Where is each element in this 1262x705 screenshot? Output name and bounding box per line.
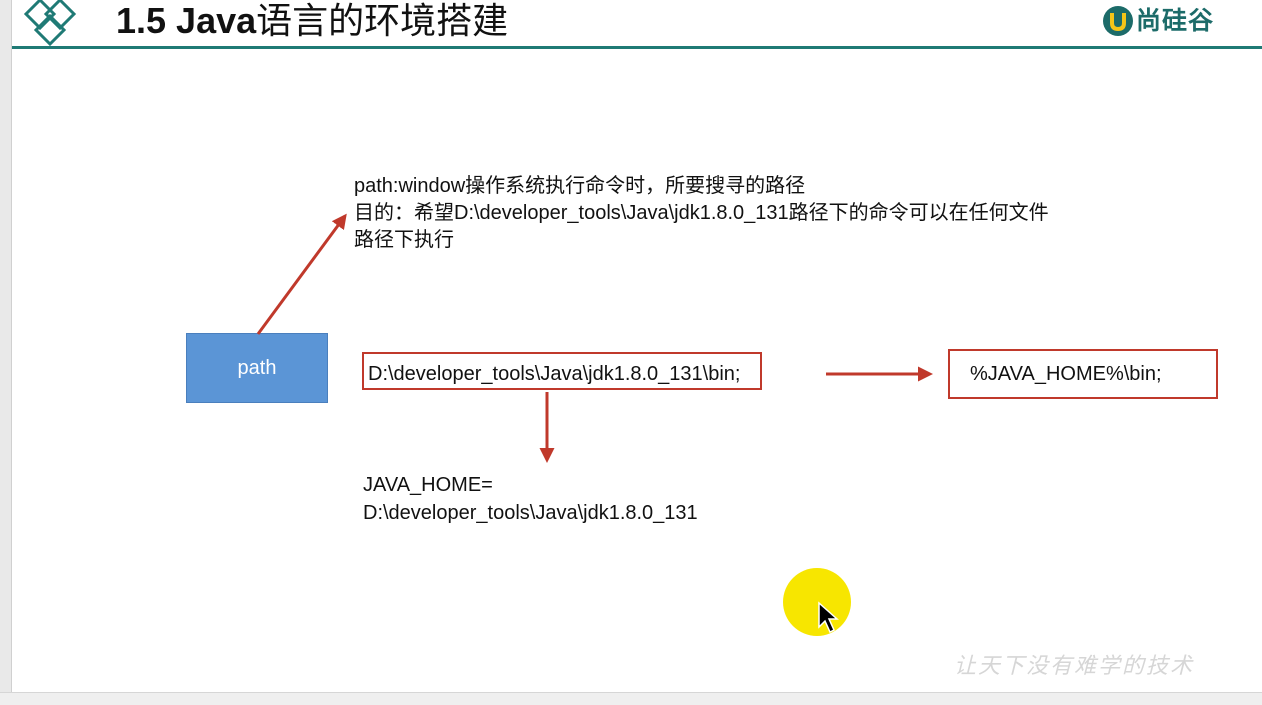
mouse-pointer-icon [818,601,839,634]
left-edge [0,0,12,705]
slide-canvas: 1.5 Java语言的环境搭建 尚硅谷 path:window操作系统执行命令时… [12,0,1262,692]
slogan-watermark: 让天下没有难学的技术 [954,654,1195,679]
arrow-path-to-explanation [256,213,347,335]
diagram-arrows [256,213,933,463]
bottom-edge [0,692,1262,705]
